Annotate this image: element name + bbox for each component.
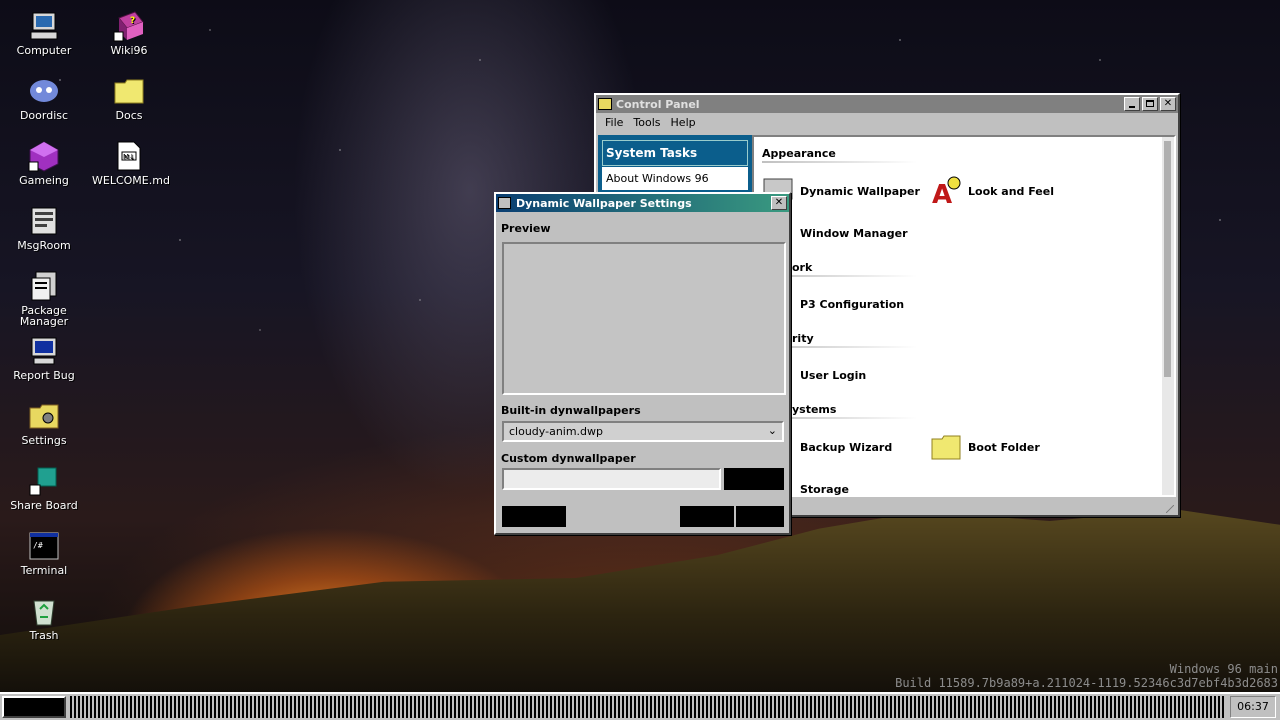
terminal-icon: /# bbox=[28, 530, 60, 562]
maximize-button[interactable] bbox=[1142, 97, 1158, 111]
item-look-and-feel[interactable]: A Look and Feel bbox=[930, 175, 1054, 210]
control-panel-title: Control Panel bbox=[616, 97, 700, 111]
chevron-down-icon: ⌄ bbox=[767, 424, 777, 437]
minimize-icon bbox=[1129, 106, 1135, 108]
preview-label: Preview bbox=[501, 222, 551, 235]
preview-area bbox=[502, 242, 786, 395]
custom-path-input[interactable] bbox=[502, 468, 721, 490]
taskbar-clock[interactable]: 06:37 bbox=[1230, 696, 1276, 718]
settings-folder-icon bbox=[28, 400, 60, 432]
build-info: Windows 96 main Build 11589.7b9a89+a.211… bbox=[895, 662, 1278, 690]
folder-icon bbox=[113, 75, 145, 107]
desktop-icon-terminal[interactable]: /# Terminal bbox=[7, 530, 81, 576]
ok-button[interactable] bbox=[680, 506, 734, 527]
menu-file[interactable]: File bbox=[600, 116, 628, 129]
control-panel-menubar: File Tools Help bbox=[596, 113, 1178, 131]
taskbar: 06:37 bbox=[0, 692, 1280, 720]
help-book-icon: ? bbox=[113, 10, 145, 42]
cancel-button[interactable] bbox=[736, 506, 784, 527]
browse-button[interactable] bbox=[724, 468, 784, 490]
desktop-icon-label: Doordisc bbox=[19, 109, 69, 122]
package-manager-icon bbox=[28, 270, 60, 302]
chat-app-icon bbox=[28, 75, 60, 107]
maximize-icon bbox=[1146, 100, 1154, 107]
section-systems: ystems bbox=[762, 403, 917, 419]
desktop-icon-trash[interactable]: Trash bbox=[7, 595, 81, 641]
game-cube-icon bbox=[28, 140, 60, 172]
desktop-icon-gameing[interactable]: Gameing bbox=[7, 140, 81, 186]
dialog-app-icon bbox=[498, 197, 511, 209]
desktop-icon-report-bug[interactable]: Report Bug bbox=[7, 335, 81, 381]
desktop-icon-label: Package Manager bbox=[19, 304, 69, 328]
content-scrollbar[interactable] bbox=[1162, 137, 1174, 495]
control-panel-titlebar[interactable]: Control Panel ✕ bbox=[596, 95, 1178, 113]
dialog-titlebar[interactable]: Dynamic Wallpaper Settings ✕ bbox=[496, 194, 789, 212]
reset-button[interactable] bbox=[502, 506, 566, 527]
desktop-icon-msgroom[interactable]: MsgRoom bbox=[7, 205, 81, 251]
tasks-header: System Tasks bbox=[602, 140, 748, 166]
control-panel-app-icon bbox=[598, 98, 612, 110]
desktop-icon-label: MsgRoom bbox=[17, 239, 71, 252]
recycle-bin-icon bbox=[28, 595, 60, 627]
builtin-select-value: cloudy-anim.dwp bbox=[509, 425, 604, 438]
dynamic-wallpaper-dialog[interactable]: Dynamic Wallpaper Settings ✕ Preview Bui… bbox=[494, 192, 791, 535]
custom-label: Custom dynwallpaper bbox=[501, 452, 636, 465]
close-icon: ✕ bbox=[1163, 98, 1173, 109]
desktop-icon-computer[interactable]: Computer bbox=[7, 10, 81, 56]
close-icon: ✕ bbox=[774, 197, 784, 208]
desktop-icon-doordisc[interactable]: Doordisc bbox=[7, 75, 81, 121]
section-network: ork bbox=[762, 261, 917, 277]
tasks-item-about[interactable]: About Windows 96 bbox=[602, 167, 748, 190]
folder-icon bbox=[930, 431, 962, 463]
share-board-icon bbox=[28, 465, 60, 497]
desktop-icon-label: Report Bug bbox=[13, 369, 75, 382]
close-button[interactable]: ✕ bbox=[1160, 97, 1176, 111]
section-security: rity bbox=[762, 332, 917, 348]
bug-report-icon bbox=[28, 335, 60, 367]
taskbar-tasks[interactable] bbox=[70, 696, 1226, 718]
desktop-icon-share-board[interactable]: Share Board bbox=[7, 465, 81, 511]
desktop-icon-package-manager[interactable]: Package Manager bbox=[7, 270, 81, 327]
builtin-label: Built-in dynwallpapers bbox=[501, 404, 641, 417]
desktop-icon-label: Gameing bbox=[19, 174, 69, 187]
paint-letter-icon: A bbox=[930, 175, 962, 210]
message-room-icon bbox=[28, 205, 60, 237]
build-info-line1: Windows 96 main bbox=[1169, 662, 1278, 676]
section-appearance: Appearance bbox=[762, 147, 917, 163]
start-button[interactable] bbox=[2, 696, 66, 718]
computer-icon bbox=[28, 10, 60, 42]
desktop-icon-welcome-md[interactable]: M↓ WELCOME.md bbox=[92, 140, 170, 187]
dialog-title: Dynamic Wallpaper Settings bbox=[516, 196, 692, 210]
menu-help[interactable]: Help bbox=[666, 116, 701, 129]
desktop-icon-label: Wiki96 bbox=[110, 44, 148, 57]
desktop-icon-settings[interactable]: Settings bbox=[7, 400, 81, 446]
item-boot-folder[interactable]: Boot Folder bbox=[930, 431, 1040, 463]
desktop-icon-wiki96[interactable]: ? Wiki96 bbox=[92, 10, 166, 56]
desktop-icon-label: WELCOME.md bbox=[92, 174, 170, 187]
desktop-icon-label: Computer bbox=[16, 44, 72, 57]
builtin-select[interactable]: cloudy-anim.dwp ⌄ bbox=[502, 421, 784, 442]
svg-text:?: ? bbox=[130, 16, 135, 26]
desktop-icon-label: Terminal bbox=[20, 564, 68, 577]
desktop-icon-docs[interactable]: Docs bbox=[92, 75, 166, 121]
desktop-icon-label: Docs bbox=[115, 109, 143, 122]
control-panel-content: Appearance Dynamic Wallpaper A Look and … bbox=[752, 135, 1176, 497]
minimize-button[interactable] bbox=[1124, 97, 1140, 111]
build-info-line2: Build 11589.7b9a89+a.211024-1119.52346c3… bbox=[895, 676, 1278, 690]
resize-grip-icon[interactable] bbox=[1166, 505, 1174, 513]
svg-text:/#: /# bbox=[33, 541, 43, 550]
desktop-icon-label: Settings bbox=[21, 434, 67, 447]
markdown-file-icon: M↓ bbox=[113, 140, 145, 172]
scrollbar-thumb[interactable] bbox=[1164, 141, 1171, 377]
dialog-close-button[interactable]: ✕ bbox=[771, 196, 787, 210]
menu-tools[interactable]: Tools bbox=[628, 116, 665, 129]
desktop-icon-label: Trash bbox=[29, 629, 59, 642]
desktop-icon-label: Share Board bbox=[10, 499, 78, 512]
svg-text:M↓: M↓ bbox=[123, 153, 135, 161]
